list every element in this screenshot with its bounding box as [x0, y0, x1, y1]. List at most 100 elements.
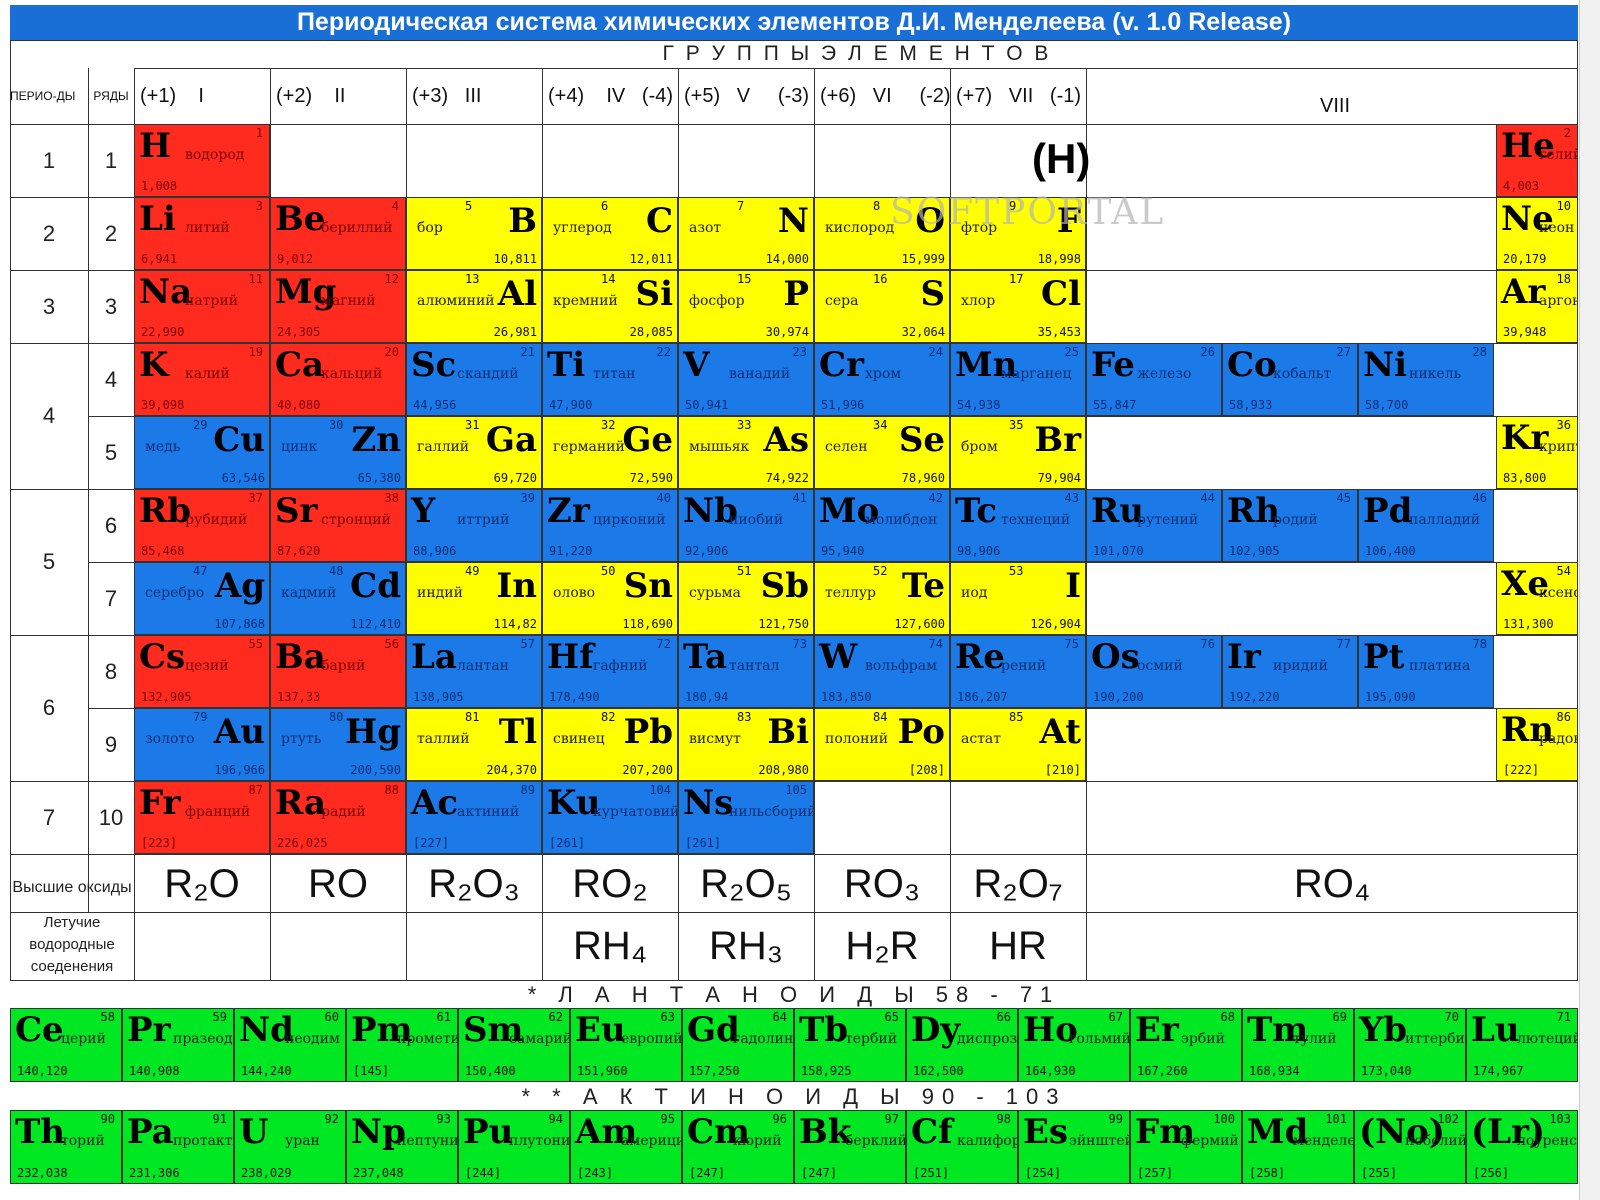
- element-cell-si[interactable]: Si кремний 14 28,085: [542, 270, 678, 343]
- element-cell-pt[interactable]: Pt платина 78 195,090: [1358, 635, 1494, 708]
- element-cell-pr[interactable]: Prпразеодим 59 140,908: [122, 1008, 234, 1082]
- element-cell-tc[interactable]: Tc технеций 43 98,906: [950, 489, 1086, 562]
- element-cell-eu[interactable]: Eu европий 63 151,960: [570, 1008, 682, 1082]
- element-cell-se[interactable]: Se селен 34 78,960: [814, 416, 950, 489]
- element-cell-md[interactable]: Mdменделевий101[258]: [1242, 1110, 1354, 1184]
- element-cell-he[interactable]: He гелий 2 4,003: [1496, 124, 1578, 197]
- element-cell-ta[interactable]: Ta тантал 73 180,94: [678, 635, 814, 708]
- element-cell-ir[interactable]: Ir иридий 77 192,220: [1222, 635, 1358, 708]
- element-cell-no[interactable]: (No) нобелий 102 [255]: [1354, 1110, 1466, 1184]
- element-cell-re[interactable]: Re рений 75 186,207: [950, 635, 1086, 708]
- element-cell-sm[interactable]: Sm самарий 62 150,400: [458, 1008, 570, 1082]
- element-cell-ac[interactable]: Ac актиний 89 [227]: [406, 781, 542, 854]
- element-cell-ba[interactable]: Ba барий 56 137,33: [270, 635, 406, 708]
- element-cell-h[interactable]: Hводород 1 1,008: [134, 124, 270, 197]
- element-cell-ne[interactable]: Ne неон 10 20,179: [1496, 197, 1578, 270]
- element-cell-dy[interactable]: Dyдиспрозий 66 162,500: [906, 1008, 1018, 1082]
- element-cell-os[interactable]: Os осмий 76 190,200: [1086, 635, 1222, 708]
- element-cell-pb[interactable]: Pb свинец 82 207,200: [542, 708, 678, 781]
- element-cell-in[interactable]: In индий 49 114,82: [406, 562, 542, 635]
- element-cell-cr[interactable]: Cr хром 24 51,996: [814, 343, 950, 416]
- element-cell-rh[interactable]: Rh родий 45 102,905: [1222, 489, 1358, 562]
- element-cell-i[interactable]: Iиод 53 126,904: [950, 562, 1086, 635]
- element-cell-xe[interactable]: Xeксенон54131,300: [1496, 562, 1578, 635]
- element-cell-cf[interactable]: Cfкалифорний 98 [251]: [906, 1110, 1018, 1184]
- element-cell-hf[interactable]: Hf гафний 72 178,490: [542, 635, 678, 708]
- element-cell-po[interactable]: Po полоний 84 [208]: [814, 708, 950, 781]
- element-cell-au[interactable]: Au золото 79 196,966: [134, 708, 270, 781]
- element-cell-v[interactable]: Vванадий 23 50,941: [678, 343, 814, 416]
- element-cell-ge[interactable]: Ge германий 32 72,590: [542, 416, 678, 489]
- element-cell-s[interactable]: Sсера 16 32,064: [814, 270, 950, 343]
- element-cell-fm[interactable]: Fm фермий 100 [257]: [1130, 1110, 1242, 1184]
- element-cell-np[interactable]: Npнептуний93237,048: [346, 1110, 458, 1184]
- element-cell-al[interactable]: Al алюминий 13 26,981: [406, 270, 542, 343]
- element-cell-lr[interactable]: (Lr)лоуренсий103[256]: [1466, 1110, 1578, 1184]
- element-cell-tb[interactable]: Tb тербий 65 158,925: [794, 1008, 906, 1082]
- element-cell-th[interactable]: Th торий 90 232,038: [10, 1110, 122, 1184]
- element-cell-cs[interactable]: Cs цезий 55 132,905: [134, 635, 270, 708]
- element-cell-sc[interactable]: Sc скандий 21 44,956: [406, 343, 542, 416]
- element-cell-mg[interactable]: Mg магний 12 24,305: [270, 270, 406, 343]
- element-cell-sb[interactable]: Sb сурьма 51 121,750: [678, 562, 814, 635]
- element-cell-li[interactable]: Li литий 3 6,941: [134, 197, 270, 270]
- element-cell-am[interactable]: Amамериций95[243]: [570, 1110, 682, 1184]
- element-cell-cm[interactable]: Cm кюрий 96 [247]: [682, 1110, 794, 1184]
- element-cell-cu[interactable]: Cu медь 29 63,546: [134, 416, 270, 489]
- element-cell-nd[interactable]: Nd неодим 60 144,240: [234, 1008, 346, 1082]
- element-cell-bi[interactable]: Bi висмут 83 208,980: [678, 708, 814, 781]
- element-cell-yb[interactable]: Ybиттербий 70 173,040: [1354, 1008, 1466, 1082]
- element-cell-br[interactable]: Br бром 35 79,904: [950, 416, 1086, 489]
- element-cell-hg[interactable]: Hg ртуть 80 200,590: [270, 708, 406, 781]
- element-cell-nb[interactable]: Nb ниобий 41 92,906: [678, 489, 814, 562]
- element-cell-sn[interactable]: Sn олово 50 118,690: [542, 562, 678, 635]
- element-cell-ce[interactable]: Ce церий 58 140,120: [10, 1008, 122, 1082]
- element-cell-bk[interactable]: Bk берклий 97 [247]: [794, 1110, 906, 1184]
- element-cell-fr[interactable]: Fr франций 87 [223]: [134, 781, 270, 854]
- element-cell-ru[interactable]: Ru рутений 44 101,070: [1086, 489, 1222, 562]
- element-cell-as[interactable]: As мышьяк 33 74,922: [678, 416, 814, 489]
- element-cell-u[interactable]: Uуран 92 238,029: [234, 1110, 346, 1184]
- element-cell-ni[interactable]: Ni никель 28 58,700: [1358, 343, 1494, 416]
- element-cell-er[interactable]: Er эрбий 68 167,260: [1130, 1008, 1242, 1082]
- element-cell-fe[interactable]: Fe железо 26 55,847: [1086, 343, 1222, 416]
- element-cell-be[interactable]: Be бериллий 4 9,012: [270, 197, 406, 270]
- element-cell-co[interactable]: Co кобальт 27 58,933: [1222, 343, 1358, 416]
- element-cell-ns[interactable]: Ns нильсборий 105 [261]: [678, 781, 814, 854]
- element-cell-ag[interactable]: Ag серебро 47 107,868: [134, 562, 270, 635]
- element-cell-n[interactable]: Nазот 7 14,000: [678, 197, 814, 270]
- element-cell-la[interactable]: La лантан 57 138,905: [406, 635, 542, 708]
- element-cell-mo[interactable]: Mo молибден 42 95,940: [814, 489, 950, 562]
- element-cell-pu[interactable]: Puплутоний 94 [244]: [458, 1110, 570, 1184]
- element-cell-ga[interactable]: Ga галлий 31 69,720: [406, 416, 542, 489]
- element-cell-y[interactable]: Yиттрий 39 88,906: [406, 489, 542, 562]
- element-cell-at[interactable]: At астат 85 [210]: [950, 708, 1086, 781]
- element-cell-b[interactable]: Bбор 5 10,811: [406, 197, 542, 270]
- element-cell-es[interactable]: Esэйнштейний 99 [254]: [1018, 1110, 1130, 1184]
- element-cell-zr[interactable]: Zr цирконий 40 91,220: [542, 489, 678, 562]
- element-cell-ra[interactable]: Ra радий 88 226,025: [270, 781, 406, 854]
- element-cell-k[interactable]: Kкалий 19 39,098: [134, 343, 270, 416]
- vertical-scrollbar[interactable]: [1579, 0, 1600, 1200]
- element-cell-pd[interactable]: Pd палладий 46 106,400: [1358, 489, 1494, 562]
- element-cell-lu[interactable]: Lu лютеций 71 174,967: [1466, 1008, 1578, 1082]
- element-cell-te[interactable]: Te теллур 52 127,600: [814, 562, 950, 635]
- element-cell-ho[interactable]: Ho гольмий 67 164,930: [1018, 1008, 1130, 1082]
- element-cell-rn[interactable]: Rnрадон86[222]: [1496, 708, 1578, 781]
- element-cell-tl[interactable]: Tl таллий 81 204,370: [406, 708, 542, 781]
- element-cell-mn[interactable]: Mn марганец 25 54,938: [950, 343, 1086, 416]
- element-cell-ca[interactable]: Ca кальций 20 40,080: [270, 343, 406, 416]
- element-cell-ar[interactable]: Ar аргон 18 39,948: [1496, 270, 1578, 343]
- element-cell-kr[interactable]: Krкриптон3683,800: [1496, 416, 1578, 489]
- element-cell-tm[interactable]: Tm тулий 69 168,934: [1242, 1008, 1354, 1082]
- element-cell-ku[interactable]: Ku курчатовий 104 [261]: [542, 781, 678, 854]
- element-cell-pm[interactable]: Pmпрометий61[145]: [346, 1008, 458, 1082]
- element-cell-zn[interactable]: Zn цинк 30 65,380: [270, 416, 406, 489]
- element-cell-cl[interactable]: Cl хлор 17 35,453: [950, 270, 1086, 343]
- element-cell-cd[interactable]: Cd кадмий 48 112,410: [270, 562, 406, 635]
- element-cell-rb[interactable]: Rb рубидий 37 85,468: [134, 489, 270, 562]
- element-cell-p[interactable]: Pфосфор 15 30,974: [678, 270, 814, 343]
- element-cell-c[interactable]: Cуглерод 6 12,011: [542, 197, 678, 270]
- element-cell-w[interactable]: Wвольфрам 74 183,850: [814, 635, 950, 708]
- element-cell-na[interactable]: Na натрий 11 22,990: [134, 270, 270, 343]
